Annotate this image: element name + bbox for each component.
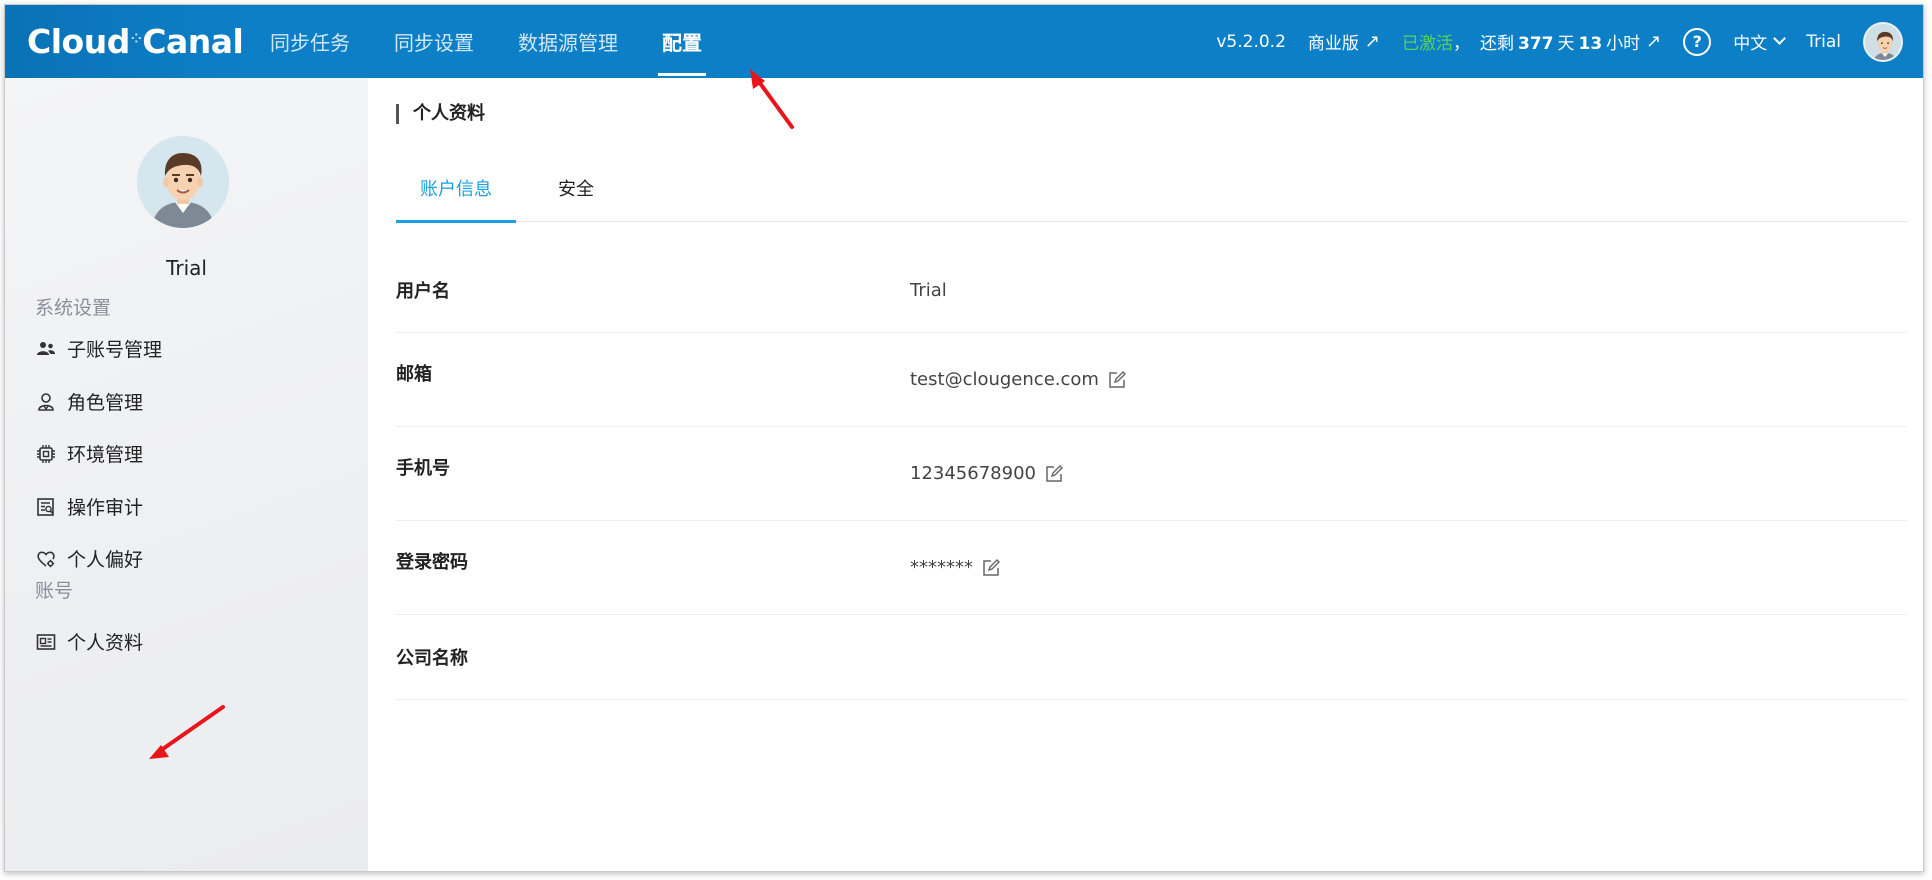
- field-label: 登录密码: [396, 551, 468, 573]
- logo-dot-icon: ⁘: [130, 32, 142, 47]
- password-value: *******: [910, 557, 973, 578]
- user-name[interactable]: Trial: [1806, 32, 1841, 52]
- sidebar-item-label: 操作审计: [67, 497, 144, 519]
- field-value-phone: 12345678900: [910, 463, 1064, 484]
- edition-link[interactable]: 商业版 ↗: [1308, 29, 1380, 54]
- remain-days: 377: [1517, 34, 1554, 54]
- field-row-email: 邮箱 test@clougence.com: [396, 333, 1907, 427]
- external-link-icon: ↗: [1646, 31, 1662, 52]
- chip-icon: [35, 443, 57, 465]
- license-status[interactable]: 已激活 ， 还剩 377 天 13 小时 ↗: [1402, 29, 1661, 54]
- logo-text-canal: Canal: [142, 22, 244, 61]
- topbar-right: v5.2.0.2 商业版 ↗ 已激活 ， 还剩 377 天 13 小时 ↗ ? 中文 T…: [1194, 5, 1923, 78]
- field-row-password: 登录密码 *******: [396, 521, 1907, 615]
- field-label: 公司名称: [396, 648, 468, 669]
- account-heading: 账号: [35, 580, 74, 602]
- main-nav: 同步任务 同步设置 数据源管理 配置: [248, 5, 724, 78]
- nav-sync-settings[interactable]: 同步设置: [372, 5, 496, 78]
- tab-security[interactable]: 安全: [534, 154, 618, 222]
- edit-icon[interactable]: [981, 558, 1001, 578]
- field-label: 手机号: [396, 457, 450, 479]
- field-row-username: 用户名 Trial: [396, 248, 1907, 333]
- language-selector[interactable]: 中文: [1733, 29, 1787, 54]
- users-icon: [35, 338, 57, 360]
- sidebar-item-role-management[interactable]: 角色管理: [35, 388, 143, 415]
- user-avatar[interactable]: [1863, 21, 1903, 62]
- days-unit: 天: [1557, 34, 1575, 54]
- nav-datasource-management[interactable]: 数据源管理: [496, 5, 640, 78]
- page-title: 个人资料: [396, 104, 485, 124]
- tab-account-info[interactable]: 账户信息: [396, 154, 516, 223]
- logo-text-cloud: Cloud: [27, 22, 130, 61]
- activated-status: 已激活: [1401, 34, 1453, 54]
- sidebar-item-label: 角色管理: [67, 392, 144, 414]
- sidebar-item-subaccount-management[interactable]: 子账号管理: [35, 335, 162, 362]
- sidebar-item-label: 子账号管理: [67, 339, 163, 361]
- sidebar-item-personal-preference[interactable]: 个人偏好: [35, 545, 143, 572]
- email-value: test@clougence.com: [910, 369, 1099, 390]
- audit-icon: [35, 496, 57, 518]
- avatar-icon: [137, 136, 229, 228]
- nav-sync-tasks[interactable]: 同步任务: [248, 5, 372, 78]
- external-link-icon: ↗: [1364, 31, 1380, 52]
- main-content: 个人资料 账户信息 安全 用户名 Trial 邮箱 test@clougence…: [368, 78, 1923, 871]
- top-navigation-bar: Cloud ⁘ Canal 同步任务 同步设置 数据源管理 配置 v5.2.0.2 …: [5, 5, 1923, 78]
- remain-hours: 13: [1578, 34, 1603, 54]
- help-icon[interactable]: ?: [1683, 27, 1712, 56]
- remaining-time: 还剩 377 天 13 小时: [1480, 29, 1640, 54]
- sidebar-item-environment-management[interactable]: 环境管理: [35, 440, 143, 467]
- avatar-icon: [1865, 23, 1901, 60]
- sidebar-item-label: 个人资料: [67, 632, 144, 654]
- phone-value: 12345678900: [910, 463, 1036, 484]
- field-value-password: *******: [910, 557, 1001, 578]
- field-row-phone: 手机号 12345678900: [396, 427, 1907, 521]
- edit-icon[interactable]: [1044, 464, 1064, 484]
- nav-config[interactable]: 配置: [640, 5, 724, 78]
- comma-separator: ，: [1452, 34, 1470, 54]
- heart-gear-icon: [35, 548, 57, 570]
- account-info-form: 用户名 Trial 邮箱 test@clougence.com 手机号 1234…: [396, 248, 1907, 700]
- field-value-username: Trial: [910, 279, 947, 301]
- sidebar-item-label: 环境管理: [67, 444, 144, 466]
- sidebar-item-label: 个人偏好: [67, 549, 144, 571]
- remain-prefix: 还剩: [1479, 34, 1514, 54]
- hours-unit: 小时: [1606, 34, 1641, 54]
- id-card-icon: [35, 631, 57, 653]
- edition-label: 商业版: [1307, 34, 1359, 54]
- cloudcanal-logo[interactable]: Cloud ⁘ Canal: [5, 5, 248, 78]
- app-window: Cloud ⁘ Canal 同步任务 同步设置 数据源管理 配置 v5.2.0.2 …: [4, 4, 1924, 872]
- language-label: 中文: [1733, 34, 1768, 54]
- sidebar-item-operation-audit[interactable]: 操作审计: [35, 493, 143, 520]
- sidebar: Trial 系统设置 子账号管理 角色管理 环境管理 操作审计 个人偏好 账号 …: [5, 78, 368, 871]
- system-settings-heading: 系统设置: [35, 297, 112, 319]
- role-icon: [35, 391, 57, 413]
- field-value-email: test@clougence.com: [910, 369, 1127, 390]
- field-label: 用户名: [396, 281, 450, 302]
- profile-tabs: 账户信息 安全: [396, 154, 1907, 223]
- version-label: v5.2.0.2: [1216, 31, 1286, 52]
- profile-username: Trial: [166, 256, 207, 280]
- chevron-down-icon: [1773, 32, 1787, 45]
- field-label: 邮箱: [396, 363, 432, 385]
- field-row-company: 公司名称: [396, 615, 1907, 700]
- sidebar-item-profile[interactable]: 个人资料: [35, 628, 143, 655]
- profile-avatar: [137, 136, 229, 228]
- edit-icon[interactable]: [1107, 370, 1127, 390]
